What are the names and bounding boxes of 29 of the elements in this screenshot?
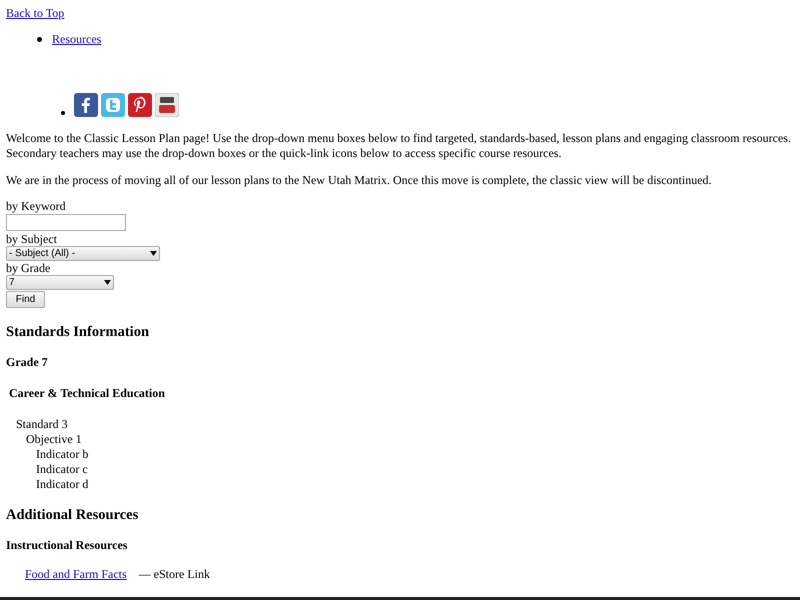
tree-item: Standard 3 [16, 417, 69, 432]
intro-paragraph: We are in the process of moving all of our lesson plans to the New Utah Matrix. Once this move is complete, the classic view will be discontinued. [6, 173, 713, 188]
find-button[interactable]: Find [6, 291, 45, 308]
tree-item: Indicator b [36, 447, 90, 462]
tree-item: Indicator d [36, 477, 90, 492]
tree-item: Objective 1 [26, 432, 83, 447]
caret-icon [104, 280, 111, 285]
grade-label: by Grade [6, 262, 52, 275]
back-to-top-link[interactable]: Back to Top [6, 5, 794, 21]
resource-note: — eStore Link [138, 567, 210, 582]
caret-icon [150, 251, 157, 256]
tree-item: Indicator c [36, 462, 89, 477]
subject-label: by Subject [6, 233, 58, 246]
bullet-icon [61, 111, 65, 115]
pinterest-icon[interactable] [128, 93, 152, 117]
subject-dropdown[interactable]: - Subject (All) - [6, 246, 160, 261]
section-heading: Additional Resources [6, 506, 140, 524]
facebook-icon[interactable] [74, 93, 98, 117]
bullet-icon [37, 36, 42, 42]
intro-paragraph: Welcome to the Classic Lesson Plan page! Use the drop-down menu boxes below to find targeted, standards-based, lesson plans and engaging classroom resources. Secondary teachers may use the drop-down boxes or the quick-link icons below to access specific course resources. [6, 131, 792, 161]
grade-dropdown[interactable]: 7 [6, 275, 114, 290]
course-heading: Career & Technical Education [9, 386, 166, 401]
grade-heading: Grade 7 [6, 355, 49, 370]
section-heading: Standards Information [6, 323, 150, 341]
resource-link[interactable]: Food and Farm Facts [25, 567, 127, 582]
subsection-heading: Instructional Resources [6, 538, 128, 553]
keyword-field[interactable] [6, 214, 126, 231]
nav-link[interactable]: Resources [52, 31, 102, 47]
keyword-label: by Keyword [6, 200, 67, 213]
